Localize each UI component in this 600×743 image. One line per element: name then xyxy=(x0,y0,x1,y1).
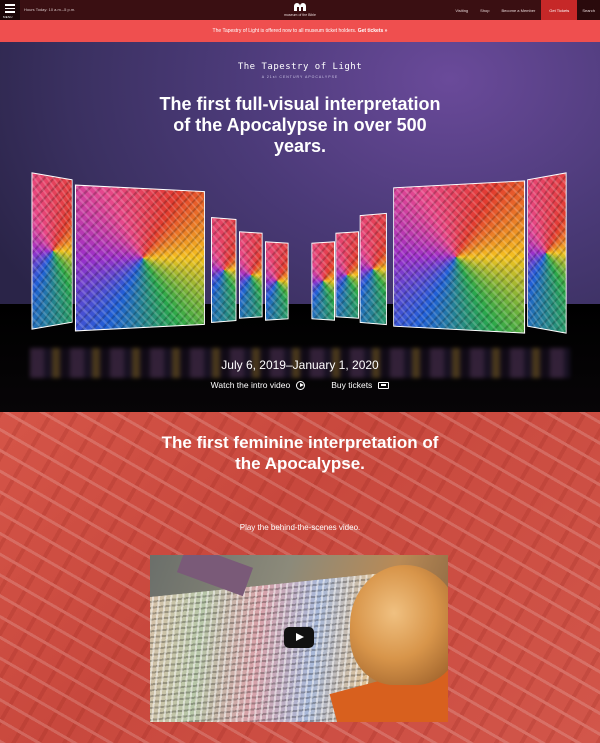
hero-section: The Tapestry of Light A 21st CENTURY APO… xyxy=(0,42,600,412)
exhibit-dates: July 6, 2019–January 1, 2020 xyxy=(0,358,600,372)
feminine-interpretation-section: The first feminine interpretation of the… xyxy=(0,412,600,743)
hero-headline: The first full-visual interpretation of … xyxy=(150,94,450,157)
brand-subtitle: A 21st CENTURY APOCALYPSE xyxy=(0,75,600,79)
hero-actions: Watch the intro video Buy tickets xyxy=(0,380,600,390)
museum-logo[interactable]: museum of the Bible xyxy=(272,2,328,19)
tapestry-panel xyxy=(335,231,359,319)
main-nav: Visiting Shop Become a Member Get Ticket… xyxy=(449,0,600,20)
nav-visiting[interactable]: Visiting xyxy=(449,0,474,20)
watch-intro-video-link[interactable]: Watch the intro video xyxy=(211,380,306,390)
hamburger-icon xyxy=(5,4,15,6)
tapestry-panel xyxy=(311,241,335,320)
top-navigation-bar: MENU Hours Today: 10 a.m.–5 p.m. museum … xyxy=(0,0,600,20)
section-headline: The first feminine interpretation of the… xyxy=(150,432,450,474)
tapestry-panel xyxy=(265,241,289,320)
logo-icon xyxy=(293,2,307,12)
ticket-icon xyxy=(378,382,389,389)
tapestry-panel xyxy=(527,172,566,333)
nav-get-tickets[interactable]: Get Tickets xyxy=(541,0,577,20)
menu-button[interactable]: MENU xyxy=(0,0,20,20)
buy-tickets-link[interactable]: Buy tickets xyxy=(331,380,389,390)
video-play-button[interactable] xyxy=(284,627,314,648)
nav-become-member[interactable]: Become a Member xyxy=(496,0,542,20)
exhibit-brand: The Tapestry of Light A 21st CENTURY APO… xyxy=(0,62,600,79)
nav-shop[interactable]: Shop xyxy=(474,0,495,20)
hamburger-icon-bar xyxy=(5,11,15,13)
tapestry-panel xyxy=(393,180,525,333)
tapestry-panel xyxy=(239,231,263,319)
hamburger-icon-bar xyxy=(5,8,15,10)
alert-get-tickets-link[interactable]: Get tickets » xyxy=(358,28,388,34)
play-circle-icon xyxy=(296,381,305,390)
behind-the-scenes-video[interactable] xyxy=(150,555,448,722)
brand-title: The Tapestry of Light xyxy=(0,62,600,72)
tapestry-panel xyxy=(75,185,205,332)
watch-intro-video-label: Watch the intro video xyxy=(211,380,291,390)
tapestry-panel xyxy=(211,217,236,323)
alert-text: The Tapestry of Light is offered now to … xyxy=(213,28,357,34)
tapestry-panel xyxy=(31,172,72,330)
hours-today: Hours Today: 10 a.m.–5 p.m. xyxy=(24,7,75,12)
video-figure-head xyxy=(350,565,448,685)
nav-search[interactable]: Search xyxy=(577,0,600,20)
menu-label: MENU xyxy=(3,15,13,19)
section-subtext: Play the behind-the-scenes video. xyxy=(0,523,600,532)
tapestry-panel xyxy=(360,213,387,325)
logo-text: museum of the Bible xyxy=(272,13,328,17)
alert-banner: The Tapestry of Light is offered now to … xyxy=(0,20,600,42)
buy-tickets-label: Buy tickets xyxy=(331,380,372,390)
